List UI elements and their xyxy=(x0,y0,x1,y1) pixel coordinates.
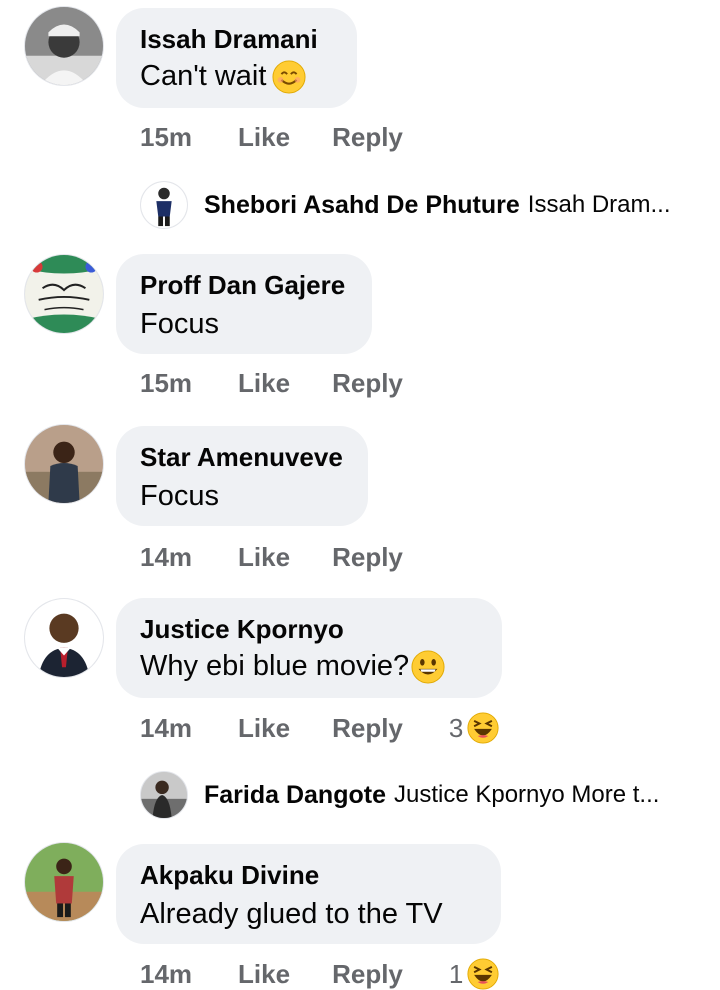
like-button[interactable]: Like xyxy=(238,368,290,399)
comment-timestamp[interactable]: 14m xyxy=(140,713,192,744)
reply-preview-row[interactable]: Shebori Asahd De Phuture Issah Dram... xyxy=(140,180,671,230)
avatar-photo xyxy=(25,843,103,921)
like-button[interactable]: Like xyxy=(238,713,290,744)
comment-text-content: Why ebi blue movie? xyxy=(140,650,410,682)
comment-author[interactable]: Proff Dan Gajere xyxy=(140,270,345,301)
comment-timestamp[interactable]: 15m xyxy=(140,122,192,153)
avatar[interactable] xyxy=(24,254,104,334)
reply-button[interactable]: Reply xyxy=(332,542,403,573)
comment-actions: 15m Like Reply xyxy=(140,122,403,153)
reply-button[interactable]: Reply xyxy=(332,122,403,153)
avatar-photo xyxy=(141,182,187,228)
comment-text: Why ebi blue movie? xyxy=(140,650,445,684)
avatar[interactable] xyxy=(24,842,104,922)
reaction-count: 1 xyxy=(448,958,464,989)
comment-timestamp[interactable]: 15m xyxy=(140,368,192,399)
comment-timestamp[interactable]: 14m xyxy=(140,959,192,990)
comment-bubble: Proff Dan Gajere Focus xyxy=(116,254,372,354)
reaction-summary[interactable]: 1 xyxy=(449,958,499,990)
avatar[interactable] xyxy=(24,6,104,86)
avatar[interactable] xyxy=(140,771,188,819)
reply-preview-text: Issah Dram... xyxy=(527,191,671,218)
comment-author[interactable]: Star Amenuveve xyxy=(140,442,343,473)
avatar[interactable] xyxy=(24,598,104,678)
like-button[interactable]: Like xyxy=(238,122,290,153)
reaction-summary[interactable]: 3 xyxy=(449,712,499,744)
comment-author[interactable]: Issah Dramani xyxy=(140,24,318,55)
laughing-face-icon xyxy=(467,958,499,990)
comment-actions: 14m Like Reply 1 xyxy=(140,958,499,990)
avatar-photo xyxy=(25,425,103,503)
like-button[interactable]: Like xyxy=(238,542,290,573)
reply-button[interactable]: Reply xyxy=(332,713,403,744)
comment-bubble: Akpaku Divine Already glued to the TV xyxy=(116,844,501,944)
comment-author[interactable]: Justice Kpornyo xyxy=(140,614,344,645)
comment-bubble: Star Amenuveve Focus xyxy=(116,426,368,526)
comment-text: Already glued to the TV xyxy=(140,898,443,930)
comment-bubble: Issah Dramani Can't wait xyxy=(116,8,357,108)
like-button[interactable]: Like xyxy=(238,959,290,990)
comment-text: Focus xyxy=(140,480,219,512)
comment-actions: 14m Like Reply xyxy=(140,542,403,573)
comment-bubble: Justice Kpornyo Why ebi blue movie? xyxy=(116,598,502,698)
laughing-face-icon xyxy=(467,712,499,744)
avatar-photo xyxy=(25,7,103,85)
comment-actions: 14m Like Reply 3 xyxy=(140,712,499,744)
grinning-face-icon xyxy=(411,650,445,684)
comment-text-content: Can't wait xyxy=(140,60,267,92)
reply-preview-row[interactable]: Farida Dangote Justice Kpornyo More t... xyxy=(140,770,659,820)
reaction-count: 3 xyxy=(448,712,464,743)
avatar[interactable] xyxy=(24,424,104,504)
reply-preview-text: Justice Kpornyo More t... xyxy=(393,781,660,808)
avatar-photo xyxy=(25,599,103,677)
reply-author[interactable]: Shebori Asahd De Phuture xyxy=(204,191,520,220)
comment-timestamp[interactable]: 14m xyxy=(140,542,192,573)
reply-button[interactable]: Reply xyxy=(332,959,403,990)
avatar-photo xyxy=(141,772,187,818)
comment-text: Can't wait xyxy=(140,60,306,94)
comment-author[interactable]: Akpaku Divine xyxy=(140,860,319,891)
reply-author[interactable]: Farida Dangote xyxy=(204,781,386,810)
avatar-photo xyxy=(25,255,103,333)
comment-actions: 15m Like Reply xyxy=(140,368,403,399)
avatar[interactable] xyxy=(140,181,188,229)
comment-text: Focus xyxy=(140,308,219,340)
smiling-face-icon xyxy=(272,60,306,94)
reply-button[interactable]: Reply xyxy=(332,368,403,399)
